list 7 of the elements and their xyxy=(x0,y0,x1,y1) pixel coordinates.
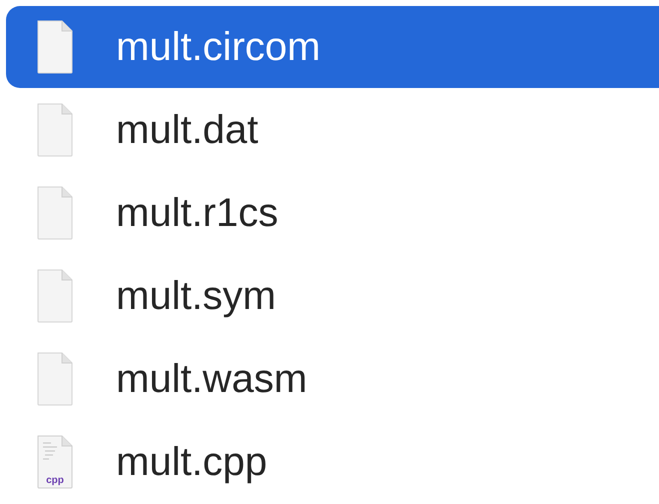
file-row[interactable]: mult.circom xyxy=(6,6,659,88)
document-icon xyxy=(37,269,73,323)
document-icon xyxy=(37,20,73,74)
document-icon xyxy=(37,103,73,157)
source-file-icon: cpp xyxy=(37,435,73,489)
document-icon xyxy=(37,186,73,240)
document-icon xyxy=(37,352,73,406)
